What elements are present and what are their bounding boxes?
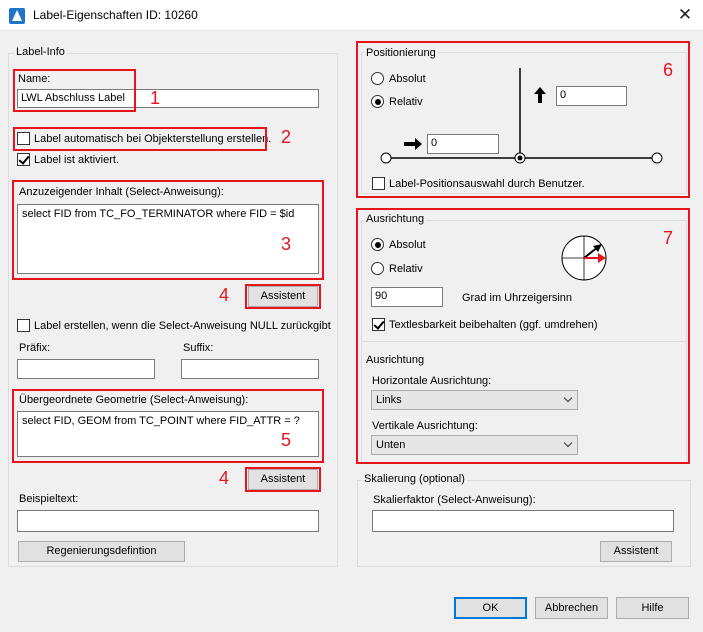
- null-label: Label erstellen, wenn die Select-Anweisu…: [34, 320, 331, 332]
- scaling-factor-label: Skalierfaktor (Select-Anweisung):: [373, 494, 536, 506]
- close-icon[interactable]: ✕: [672, 4, 698, 26]
- example-input[interactable]: [17, 510, 319, 532]
- prefix-label: Präfix:: [19, 342, 51, 354]
- annotation-box-6: [356, 41, 690, 198]
- annotation-number-5: 5: [281, 430, 292, 450]
- annotation-number-2: 2: [281, 127, 292, 147]
- label-info-group-label: Label-Info: [14, 46, 67, 58]
- null-checkbox[interactable]: [17, 319, 30, 332]
- scaling-group-label: Skalierung (optional): [362, 473, 467, 485]
- regeneration-button[interactable]: Regenierungsdefintion: [18, 541, 185, 562]
- annotation-box-3: [12, 180, 324, 280]
- ok-button[interactable]: OK: [454, 597, 527, 619]
- cancel-button[interactable]: Abbrechen: [535, 597, 608, 619]
- annotation-number-3: 3: [281, 234, 292, 254]
- activated-checkbox[interactable]: [17, 153, 30, 166]
- annotation-number-1: 1: [150, 88, 161, 108]
- window-title: Label-Eigenschaften ID: 10260: [33, 8, 198, 22]
- annotation-box-4a: [245, 284, 321, 309]
- annotation-box-1: [13, 69, 136, 112]
- annotation-number-4b: 4: [219, 468, 230, 488]
- annotation-box-5: [12, 389, 324, 463]
- example-label: Beispieltext:: [19, 493, 79, 505]
- annotation-box-4b: [245, 467, 321, 492]
- annotation-box-7: [356, 208, 690, 464]
- activated-label: Label ist aktiviert.: [34, 154, 119, 166]
- suffix-label: Suffix:: [183, 342, 214, 354]
- annotation-number-4a: 4: [219, 285, 230, 305]
- scaling-factor-input[interactable]: [372, 510, 674, 532]
- scaling-assistant-button[interactable]: Assistent: [600, 541, 672, 562]
- annotation-box-2: [13, 127, 267, 151]
- annotation-number-7: 7: [663, 228, 674, 248]
- suffix-input[interactable]: [181, 359, 319, 379]
- app-icon: [9, 8, 25, 24]
- annotation-number-6: 6: [663, 60, 674, 80]
- title-bar: Label-Eigenschaften ID: 10260 ✕: [0, 0, 703, 31]
- help-button[interactable]: Hilfe: [616, 597, 689, 619]
- prefix-input[interactable]: [17, 359, 155, 379]
